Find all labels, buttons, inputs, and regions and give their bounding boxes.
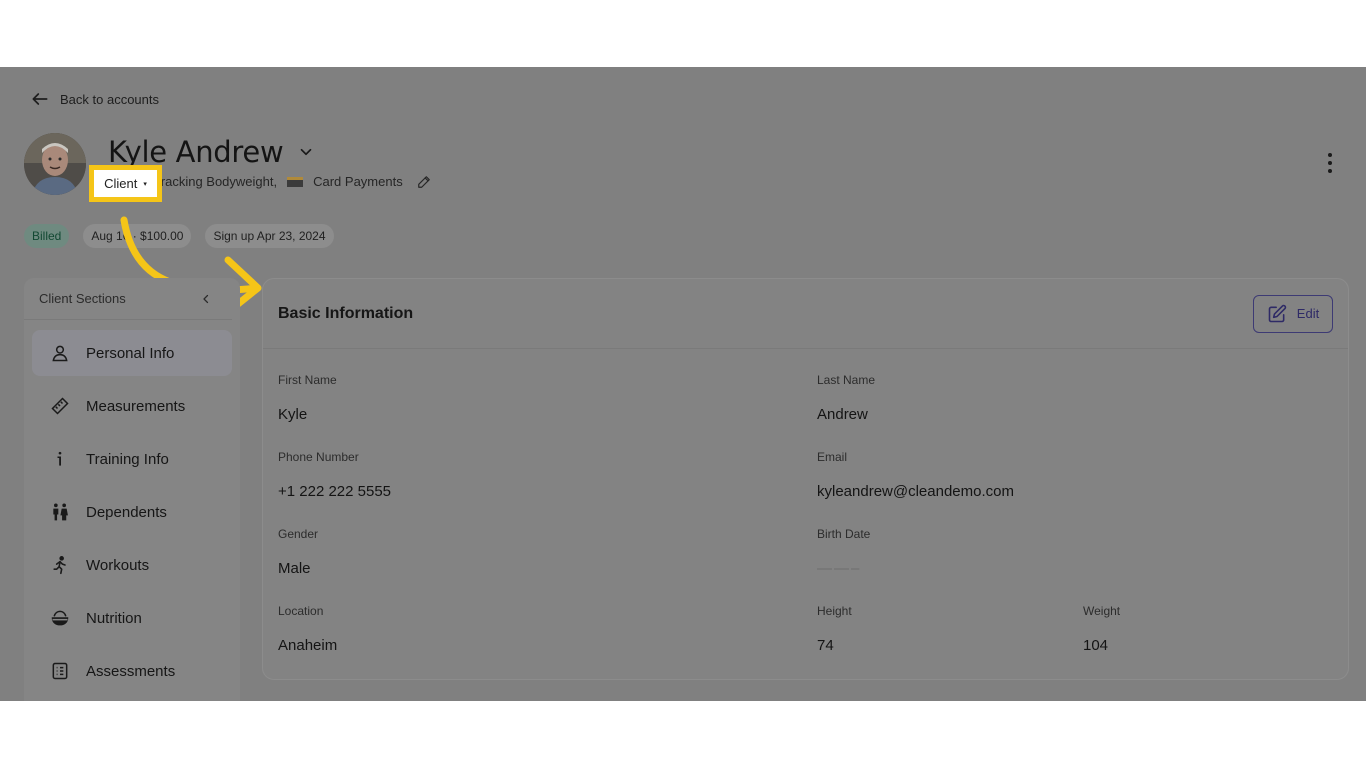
client-sections-sidebar: Client Sections Personal Info Measuremen… xyxy=(24,278,240,701)
field-label: Weight xyxy=(1083,604,1121,618)
arrow-left-icon xyxy=(32,93,48,105)
field-value: kyleandrew@cleandemo.com xyxy=(817,483,1014,500)
ruler-icon xyxy=(51,397,69,415)
running-icon xyxy=(53,556,66,575)
field-label: Last Name xyxy=(817,373,876,387)
edit-icon xyxy=(1268,304,1286,322)
basic-information-panel: Basic Information Edit First Name Kyle L… xyxy=(262,278,1349,680)
panel-title: Basic Information xyxy=(278,304,414,322)
sidebar-item-label: Measurements xyxy=(86,397,186,415)
field-value: Anaheim xyxy=(278,637,338,654)
field-label: Birth Date xyxy=(817,527,871,541)
edit-tags-icon[interactable] xyxy=(417,175,431,189)
field-label: Phone Number xyxy=(278,450,359,464)
field-gender: Gender Male xyxy=(278,527,318,577)
edit-label: Edit xyxy=(1296,306,1320,321)
field-value: 104 xyxy=(1083,637,1109,654)
field-label: Height xyxy=(817,604,852,618)
field-phone: Phone Number +1 222 222 5555 xyxy=(278,450,391,500)
credit-card-icon xyxy=(287,177,304,187)
sidebar-item-dependents[interactable]: Dependents xyxy=(32,489,232,535)
field-value: ——– xyxy=(817,560,862,577)
field-email: Email kyleandrew@cleandemo.com xyxy=(817,450,1014,500)
sidebar-item-label: Workouts xyxy=(86,556,150,574)
signup-badge: Sign up Apr 23, 2024 xyxy=(205,224,334,248)
field-location: Location Anaheim xyxy=(278,604,337,654)
field-weight: Weight 104 xyxy=(1083,604,1120,654)
app-screen: Back to accounts Kyle Andrew Client ▾ rac… xyxy=(0,67,1366,701)
sidebar-item-label: Training Info xyxy=(86,450,169,468)
field-value: Male xyxy=(278,560,311,577)
payment-tag: Card Payments xyxy=(313,174,403,189)
client-type-label: Client xyxy=(104,176,138,191)
person-icon xyxy=(52,345,68,362)
sidebar-item-nutrition[interactable]: Nutrition xyxy=(32,595,232,641)
status-badges: Billed Aug 16 · $100.00 Sign up Apr 23, … xyxy=(24,224,334,248)
billing-badge: Aug 16 · $100.00 xyxy=(83,224,192,248)
field-value: Andrew xyxy=(817,406,868,423)
sidebar-list: Personal Info Measurements Training Info… xyxy=(24,320,240,701)
field-value: 74 xyxy=(817,637,834,654)
sidebar-item-label: Personal Info xyxy=(86,344,175,362)
field-last-name: Last Name Andrew xyxy=(817,373,875,423)
edit-button[interactable]: Edit xyxy=(1253,294,1333,333)
more-options-icon[interactable] xyxy=(1325,153,1335,173)
back-to-accounts-link[interactable]: Back to accounts xyxy=(30,89,159,109)
checklist-icon xyxy=(52,662,68,680)
field-label: Gender xyxy=(278,527,319,541)
collapse-sidebar-icon[interactable] xyxy=(200,293,212,305)
client-type-dropdown-highlight[interactable]: Client ▾ xyxy=(89,165,162,202)
back-label: Back to accounts xyxy=(60,91,159,107)
sidebar-header: Client Sections xyxy=(24,278,232,320)
family-icon xyxy=(53,503,68,521)
info-icon xyxy=(57,451,62,466)
field-label: Location xyxy=(278,604,324,618)
field-label: First Name xyxy=(278,373,337,387)
sidebar-item-workouts[interactable]: Workouts xyxy=(32,542,232,588)
caret-down-icon: ▾ xyxy=(143,180,147,188)
field-first-name: First Name Kyle xyxy=(278,373,337,423)
chevron-down-icon[interactable] xyxy=(297,143,315,161)
avatar xyxy=(24,133,86,195)
sidebar-item-label: Assessments xyxy=(86,662,176,680)
client-name-row[interactable]: Kyle Andrew xyxy=(108,135,315,169)
sidebar-item-training-info[interactable]: Training Info xyxy=(32,436,232,482)
field-label: Email xyxy=(817,450,848,464)
sidebar-item-measurements[interactable]: Measurements xyxy=(32,383,232,429)
field-value: Kyle xyxy=(278,406,308,423)
sidebar-item-personal-info[interactable]: Personal Info xyxy=(32,330,232,376)
billed-badge: Billed xyxy=(24,224,70,248)
client-name: Kyle Andrew xyxy=(108,135,284,169)
field-birth-date: Birth Date ——– xyxy=(817,527,870,577)
tags-text: racking Bodyweight, xyxy=(160,174,278,189)
sidebar-item-assessments[interactable]: Assessments xyxy=(32,648,232,694)
sidebar-item-label: Dependents xyxy=(86,503,167,521)
sidebar-title: Client Sections xyxy=(39,291,126,306)
sidebar-item-label: Nutrition xyxy=(86,609,142,627)
panel-header: Basic Information Edit xyxy=(263,279,1348,349)
field-value: +1 222 222 5555 xyxy=(278,483,392,500)
field-height: Height 74 xyxy=(817,604,852,654)
bowl-icon xyxy=(51,610,69,626)
